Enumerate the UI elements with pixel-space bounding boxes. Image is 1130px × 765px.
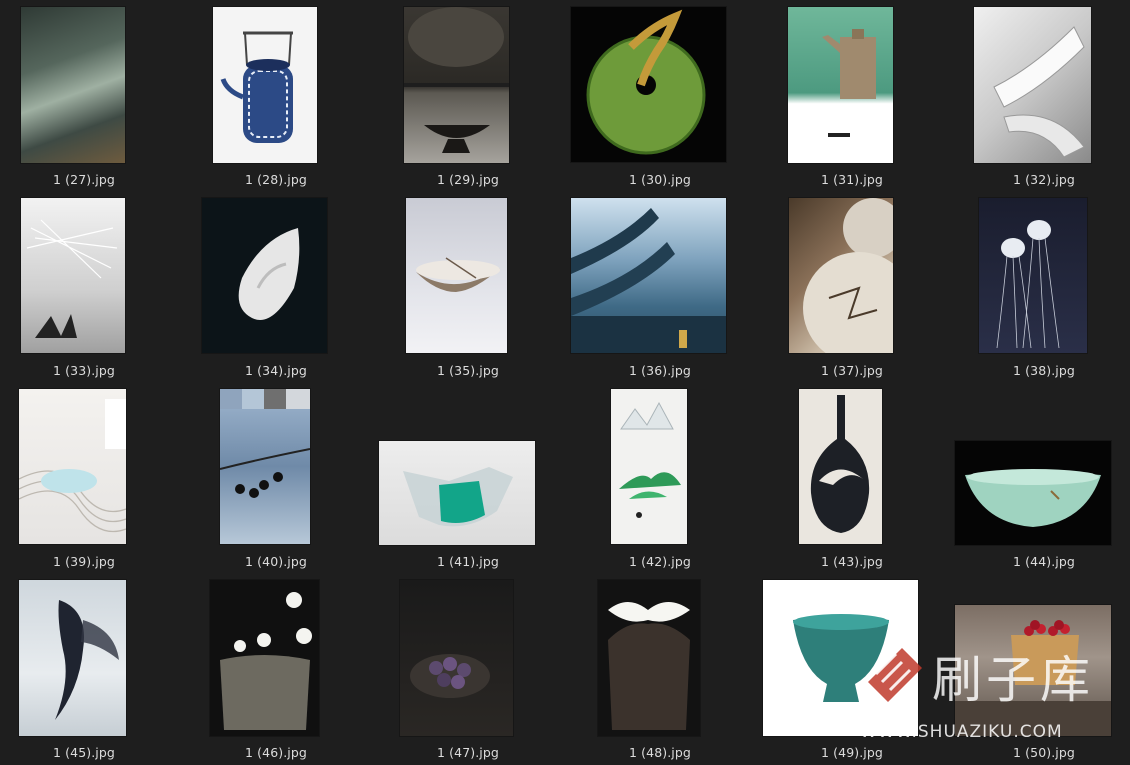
image-thumbnail <box>788 7 893 163</box>
file-name: 1 (42).jpg <box>629 554 691 569</box>
image-thumbnail <box>611 389 687 544</box>
file-tile[interactable]: 1 (44).jpg <box>955 382 1130 572</box>
image-thumbnail <box>979 198 1087 353</box>
image-thumbnail <box>202 198 327 353</box>
image-thumbnail <box>571 198 726 353</box>
image-thumbnail <box>21 7 125 163</box>
file-tile[interactable]: 1 (39).jpg <box>0 382 190 572</box>
file-name: 1 (41).jpg <box>437 554 499 569</box>
file-tile[interactable]: 1 (48).jpg <box>576 573 766 763</box>
image-thumbnail <box>789 198 893 353</box>
image-thumbnail <box>379 441 535 545</box>
file-tile[interactable]: 1 (42).jpg <box>576 382 766 572</box>
file-name: 1 (50).jpg <box>1013 745 1075 760</box>
file-tile[interactable]: 1 (41).jpg <box>379 382 574 572</box>
file-name: 1 (30).jpg <box>629 172 691 187</box>
file-name: 1 (48).jpg <box>629 745 691 760</box>
file-tile[interactable]: 1 (28).jpg <box>192 0 382 190</box>
image-thumbnail <box>19 580 126 736</box>
file-name: 1 (46).jpg <box>245 745 307 760</box>
file-tile[interactable]: 1 (49).jpg <box>763 573 958 763</box>
file-tile[interactable]: 1 (38).jpg <box>960 191 1130 381</box>
image-thumbnail <box>955 605 1111 736</box>
file-name: 1 (33).jpg <box>53 363 115 378</box>
file-tile[interactable]: 1 (31).jpg <box>768 0 958 190</box>
file-tile[interactable]: 1 (40).jpg <box>192 382 382 572</box>
file-tile[interactable]: 1 (46).jpg <box>192 573 382 763</box>
image-thumbnail <box>763 580 918 736</box>
image-thumbnail <box>974 7 1091 163</box>
file-tile[interactable]: 1 (36).jpg <box>571 191 766 381</box>
file-name: 1 (35).jpg <box>437 363 499 378</box>
image-thumbnail <box>19 389 126 544</box>
image-thumbnail <box>404 7 509 163</box>
file-name: 1 (34).jpg <box>245 363 307 378</box>
file-tile[interactable]: 1 (43).jpg <box>768 382 958 572</box>
file-name: 1 (31).jpg <box>821 172 883 187</box>
image-thumbnail <box>955 441 1111 545</box>
file-name: 1 (43).jpg <box>821 554 883 569</box>
file-name: 1 (39).jpg <box>53 554 115 569</box>
image-thumbnail <box>21 198 125 353</box>
image-thumbnail <box>598 580 700 736</box>
file-tile[interactable]: 1 (33).jpg <box>0 191 190 381</box>
file-thumbnail-grid: 1 (27).jpg 1 (28).jpg 1 (29).jpg 1 (30).… <box>0 0 1130 765</box>
file-tile[interactable]: 1 (47).jpg <box>384 573 574 763</box>
image-thumbnail <box>220 389 310 544</box>
file-tile[interactable]: 1 (27).jpg <box>0 0 190 190</box>
file-tile[interactable]: 1 (30).jpg <box>571 0 766 190</box>
file-tile[interactable]: 1 (50).jpg <box>955 573 1130 763</box>
file-name: 1 (27).jpg <box>53 172 115 187</box>
file-name: 1 (47).jpg <box>437 745 499 760</box>
image-thumbnail <box>406 198 507 353</box>
file-name: 1 (49).jpg <box>821 745 883 760</box>
file-name: 1 (40).jpg <box>245 554 307 569</box>
file-tile[interactable]: 1 (45).jpg <box>0 573 190 763</box>
file-tile[interactable]: 1 (37).jpg <box>768 191 958 381</box>
file-tile[interactable]: 1 (35).jpg <box>384 191 574 381</box>
file-name: 1 (45).jpg <box>53 745 115 760</box>
file-name: 1 (36).jpg <box>629 363 691 378</box>
file-tile[interactable]: 1 (29).jpg <box>384 0 574 190</box>
file-name: 1 (32).jpg <box>1013 172 1075 187</box>
image-thumbnail <box>400 580 513 736</box>
file-name: 1 (29).jpg <box>437 172 499 187</box>
file-tile[interactable]: 1 (34).jpg <box>192 191 382 381</box>
image-thumbnail <box>799 389 882 544</box>
image-thumbnail <box>571 7 726 162</box>
image-thumbnail <box>213 7 317 163</box>
file-name: 1 (37).jpg <box>821 363 883 378</box>
file-name: 1 (28).jpg <box>245 172 307 187</box>
file-tile[interactable]: 1 (32).jpg <box>960 0 1130 190</box>
file-name: 1 (44).jpg <box>1013 554 1075 569</box>
image-thumbnail <box>210 580 319 736</box>
file-name: 1 (38).jpg <box>1013 363 1075 378</box>
